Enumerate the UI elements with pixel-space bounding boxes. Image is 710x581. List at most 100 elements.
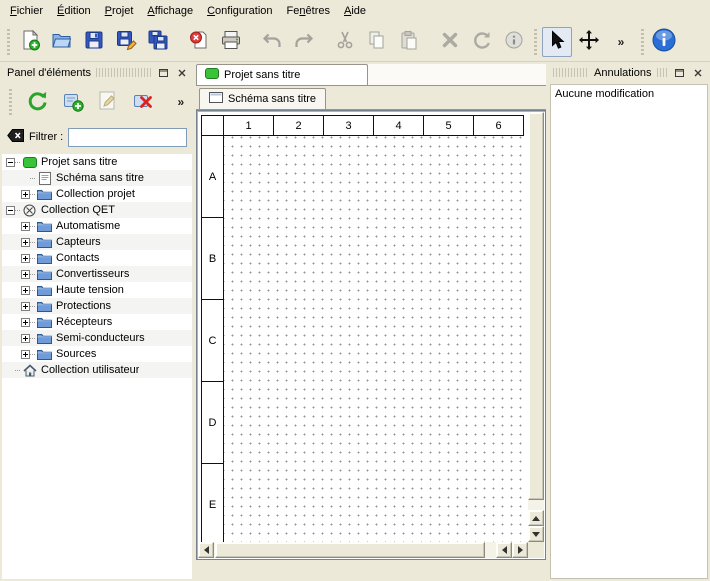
- tree-item-label: Sources: [56, 348, 96, 360]
- copy-button[interactable]: [362, 27, 392, 57]
- menu-item[interactable]: Affichage: [140, 1, 200, 21]
- toolbar-grip[interactable]: [9, 89, 12, 115]
- project-tab[interactable]: Projet sans titre: [196, 64, 368, 85]
- tree-expander[interactable]: [21, 190, 30, 199]
- tree-item[interactable]: Projet sans titre: [2, 154, 192, 170]
- diagram-column-header: 1: [224, 116, 274, 136]
- new-document-button[interactable]: [15, 27, 45, 57]
- folder-icon: [36, 268, 53, 281]
- elements-tree[interactable]: Projet sans titreSchéma sans titreCollec…: [2, 154, 192, 579]
- panel-overflow-button[interactable]: »: [173, 87, 189, 117]
- elements-panel-float-button[interactable]: [156, 66, 171, 80]
- hscroll-right-button[interactable]: [512, 542, 528, 558]
- tree-item[interactable]: Semi-conducteurs: [2, 330, 192, 346]
- toolbar-overflow-button[interactable]: »: [606, 27, 636, 57]
- edit-element-button[interactable]: [94, 87, 121, 117]
- folder-icon: [36, 252, 53, 265]
- chevron-right-icon: »: [173, 95, 188, 109]
- about-qet-button[interactable]: [649, 27, 679, 57]
- cut-button[interactable]: [330, 27, 360, 57]
- menu-item[interactable]: Projet: [98, 1, 141, 21]
- project-icon: [21, 156, 38, 169]
- chevron-right-icon: »: [614, 35, 629, 49]
- menu-item[interactable]: Fenêtres: [280, 1, 337, 21]
- diagram-canvas[interactable]: 123456ABCDE: [198, 112, 528, 542]
- tree-item[interactable]: Protections: [2, 298, 192, 314]
- undo-history-list[interactable]: Aucune modification: [550, 84, 708, 579]
- tree-expander[interactable]: [21, 270, 30, 279]
- tree-item[interactable]: Sources: [2, 346, 192, 362]
- tree-item[interactable]: Automatisme: [2, 218, 192, 234]
- tree-item[interactable]: Capteurs: [2, 234, 192, 250]
- menu-item[interactable]: Configuration: [200, 1, 279, 21]
- vertical-scrollbar[interactable]: [528, 112, 544, 542]
- tree-item-label: Haute tension: [56, 284, 124, 296]
- tree-item[interactable]: Collection utilisateur: [2, 362, 192, 378]
- tree-item-label: Contacts: [56, 252, 99, 264]
- delete-element-button[interactable]: [129, 87, 156, 117]
- redo-button[interactable]: [289, 27, 319, 57]
- tree-item[interactable]: Récepteurs: [2, 314, 192, 330]
- tree-expander[interactable]: [21, 318, 30, 327]
- redo-icon: [293, 29, 315, 54]
- tree-expander[interactable]: [21, 286, 30, 295]
- reload-collections-button[interactable]: [24, 87, 51, 117]
- tree-item[interactable]: Schéma sans titre: [2, 170, 192, 186]
- tree-item[interactable]: Convertisseurs: [2, 266, 192, 282]
- filter-input[interactable]: [68, 128, 187, 147]
- toolbar-grip[interactable]: [7, 29, 10, 55]
- tree-item[interactable]: Contacts: [2, 250, 192, 266]
- tree-expander[interactable]: [21, 350, 30, 359]
- undo-panel-float-button[interactable]: [672, 66, 687, 80]
- toolbar-grip[interactable]: [534, 29, 537, 55]
- tree-expander[interactable]: [21, 222, 30, 231]
- undo-panel-header[interactable]: Annulations: [550, 64, 708, 81]
- undo-button[interactable]: [257, 27, 287, 57]
- select-tool-button[interactable]: [542, 27, 572, 57]
- tree-expander[interactable]: [6, 206, 15, 215]
- tree-line: [30, 306, 35, 307]
- move-tool-button[interactable]: [574, 27, 604, 57]
- tree-item[interactable]: Haute tension: [2, 282, 192, 298]
- new-element-button[interactable]: [59, 87, 86, 117]
- save-button[interactable]: [79, 27, 109, 57]
- hscroll-left-button[interactable]: [496, 542, 512, 558]
- project-tab-bar: Projet sans titre: [196, 64, 546, 86]
- vscroll-thumb[interactable]: [528, 112, 544, 500]
- tree-expander[interactable]: [21, 302, 30, 311]
- info-blue-icon: [651, 27, 677, 56]
- arrow-down-icon: [532, 532, 540, 537]
- open-button[interactable]: [47, 27, 77, 57]
- scroll-down-button[interactable]: [528, 526, 544, 542]
- tree-expander[interactable]: [21, 238, 30, 247]
- undo-panel-close-button[interactable]: [690, 66, 705, 80]
- tree-expander[interactable]: [21, 334, 30, 343]
- close-icon: [178, 65, 186, 80]
- print-button[interactable]: [216, 27, 246, 57]
- tree-item[interactable]: Collection QET: [2, 202, 192, 218]
- tree-expander[interactable]: [21, 254, 30, 263]
- clear-filter-icon[interactable]: [7, 129, 24, 145]
- save-as-button[interactable]: [111, 27, 141, 57]
- tree-item-label: Automatisme: [56, 220, 120, 232]
- hscroll-thumb[interactable]: [215, 542, 485, 558]
- elements-panel-header[interactable]: Panel d'éléments: [2, 64, 192, 81]
- menu-item[interactable]: Édition: [50, 1, 98, 21]
- schema-tab[interactable]: Schéma sans titre: [199, 88, 326, 109]
- scroll-up-button[interactable]: [528, 510, 544, 526]
- rotate-button[interactable]: [467, 27, 497, 57]
- new-element-icon: [61, 89, 85, 116]
- close-file-button[interactable]: [184, 27, 214, 57]
- menu-item[interactable]: Fichier: [3, 1, 50, 21]
- horizontal-scrollbar[interactable]: [198, 542, 528, 558]
- delete-button[interactable]: [435, 27, 465, 57]
- paste-button[interactable]: [394, 27, 424, 57]
- toolbar-grip[interactable]: [641, 29, 644, 55]
- hscroll-left-end-button[interactable]: [198, 542, 214, 558]
- tree-item[interactable]: Collection projet: [2, 186, 192, 202]
- tree-expander[interactable]: [6, 158, 15, 167]
- menu-item[interactable]: Aide: [337, 1, 373, 21]
- save-all-button[interactable]: [143, 27, 173, 57]
- elements-panel-close-button[interactable]: [174, 66, 189, 80]
- diagram-info-button[interactable]: [499, 27, 529, 57]
